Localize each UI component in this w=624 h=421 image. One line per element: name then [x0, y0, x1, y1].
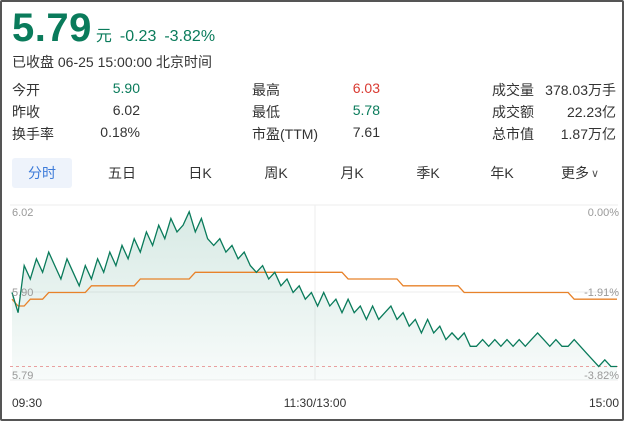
x-axis-label-midday: 11:30/13:00: [284, 396, 347, 410]
intraday-chart[interactable]: 6.02 5.90 5.79 0.00% -1.91% -3.82% 09:30…: [2, 2, 622, 419]
stock-quote-panel: 5.79 元 -0.23 -3.82% 已收盘 06-25 15:00:00 北…: [0, 0, 624, 421]
y-axis-pct-top: 0.00%: [588, 207, 619, 219]
y-axis-label-mid: 5.90: [12, 287, 33, 299]
x-axis-label-open: 09:30: [12, 396, 42, 410]
y-axis-pct-mid: -1.91%: [584, 287, 619, 299]
y-axis-pct-bottom: -3.82%: [584, 370, 619, 382]
x-axis-label-close: 15:00: [589, 396, 619, 410]
y-axis-label-bottom: 5.79: [12, 370, 33, 382]
y-axis-label-top: 6.02: [12, 207, 33, 219]
